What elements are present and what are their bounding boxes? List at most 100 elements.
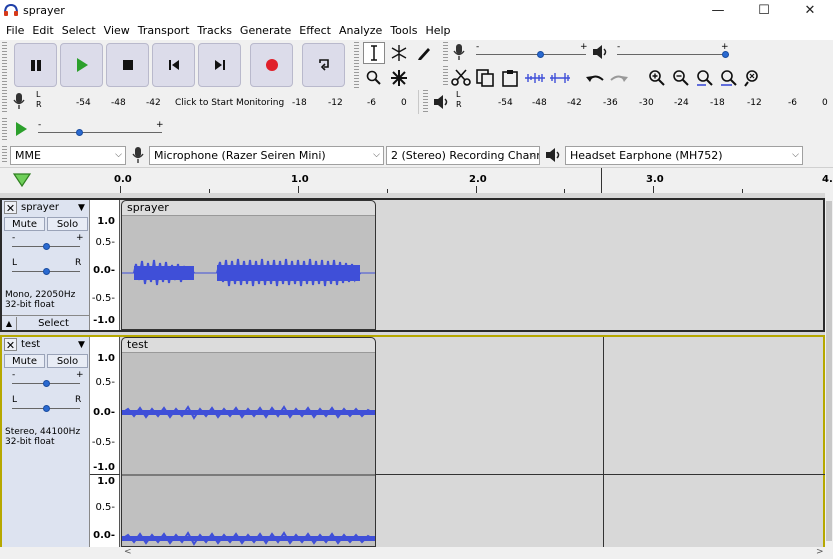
playback-meter[interactable]: -54 -48 -42 -36 -30 -24 -18 -12 -6 0 (464, 92, 832, 110)
vertical-scroll-thumb[interactable] (826, 201, 832, 541)
mute-button[interactable]: Mute (4, 217, 45, 231)
timeline-ruler[interactable]: 0.0 1.0 2.0 3.0 4. (0, 167, 833, 193)
amplitude-ruler[interactable]: 1.0 0.5- 0.0- -0.5- -1.0 (90, 200, 120, 330)
zoom-out-button[interactable] (670, 67, 692, 89)
audio-host-select[interactable]: MME ⌵ (10, 146, 126, 165)
menu-tracks[interactable]: Tracks (193, 24, 236, 37)
menu-select[interactable]: Select (58, 24, 100, 37)
solo-button[interactable]: Solo (47, 217, 88, 231)
playback-device-select[interactable]: Headset Earphone (MH752) ⌵ (565, 146, 803, 165)
track-info: Stereo, 44100Hz 32-bit float (5, 427, 80, 447)
cut-button[interactable] (450, 67, 472, 89)
undo-button[interactable] (584, 67, 606, 89)
start-monitoring-prompt[interactable]: Click to Start Monitoring (175, 98, 284, 108)
minimize-button[interactable]: — (695, 0, 741, 20)
paste-button[interactable] (499, 67, 521, 89)
stop-button[interactable] (106, 43, 149, 87)
record-button[interactable] (250, 43, 293, 87)
draw-tool-button[interactable] (413, 42, 435, 64)
toolbar-grip[interactable] (443, 66, 448, 86)
trim-button[interactable] (524, 67, 546, 89)
menu-analyze[interactable]: Analyze (335, 24, 386, 37)
track-name-menu[interactable]: test (21, 339, 78, 350)
toolbar-grip[interactable] (2, 146, 7, 164)
selection-tool-button[interactable] (363, 42, 385, 64)
playback-volume-knob[interactable] (722, 51, 729, 58)
toolbar-grip[interactable] (423, 90, 428, 114)
zoom-tool-button[interactable] (363, 67, 385, 89)
maximize-button[interactable]: ☐ (741, 0, 787, 20)
meter-left-label: L (456, 90, 461, 99)
loop-button[interactable] (302, 43, 345, 87)
track-name-menu[interactable]: sprayer (21, 202, 78, 213)
audio-clip[interactable]: sprayer (121, 200, 376, 330)
clip-title[interactable]: sprayer (122, 201, 375, 216)
timeline-options-icon[interactable] (12, 172, 32, 188)
toolbar-grip[interactable] (354, 42, 359, 88)
collapse-track-icon[interactable]: ▲ (2, 316, 17, 330)
chevron-down-icon[interactable]: ▼ (78, 340, 90, 350)
menu-file[interactable]: File (2, 24, 28, 37)
fit-selection-button[interactable] (694, 67, 716, 89)
menu-transport[interactable]: Transport (134, 24, 194, 37)
menu-help[interactable]: Help (421, 24, 454, 37)
amplitude-label: 0.5- (95, 237, 115, 248)
gain-knob[interactable] (43, 380, 50, 387)
clip-title[interactable]: test (122, 338, 375, 353)
menu-effect[interactable]: Effect (295, 24, 335, 37)
gain-knob[interactable] (43, 243, 50, 250)
solo-button[interactable]: Solo (47, 354, 88, 368)
scroll-right-icon[interactable]: > (816, 547, 824, 557)
skip-to-end-button[interactable] (198, 43, 241, 87)
play-at-speed-button[interactable] (10, 118, 32, 140)
recording-volume-slider[interactable] (476, 54, 586, 55)
zoom-toggle-button[interactable] (742, 67, 764, 89)
recording-volume-knob[interactable] (537, 51, 544, 58)
play-button[interactable] (60, 43, 103, 87)
track-control-panel[interactable]: ✕ sprayer ▼ Mute Solo - + L R Mono, 2205… (2, 200, 90, 330)
silence-button[interactable] (549, 67, 571, 89)
mute-button[interactable]: Mute (4, 354, 45, 368)
pan-right-label: R (75, 258, 82, 268)
slider-minus-label: - (617, 42, 621, 52)
skip-to-start-button[interactable] (152, 43, 195, 87)
vertical-scrollbar[interactable] (825, 193, 833, 547)
play-icon (76, 58, 88, 72)
toolbar-grip[interactable] (2, 118, 7, 140)
recording-channels-select[interactable]: 2 (Stereo) Recording Chann ⌵ (386, 146, 540, 165)
close-track-icon[interactable]: ✕ (4, 338, 17, 352)
slider-minus-label: - (38, 120, 42, 130)
pan-knob[interactable] (43, 268, 50, 275)
envelope-tool-button[interactable] (388, 42, 410, 64)
audio-clip[interactable]: test (121, 337, 376, 547)
playback-speed-knob[interactable] (76, 129, 83, 136)
menu-view[interactable]: View (100, 24, 134, 37)
fit-project-button[interactable] (718, 67, 740, 89)
multi-tool-button[interactable] (388, 67, 410, 89)
amplitude-ruler[interactable]: 1.0 0.5- 0.0- -0.5- -1.0 1.0 0.5- 0.0- (90, 337, 120, 547)
menu-generate[interactable]: Generate (236, 24, 295, 37)
horizontal-scrollbar[interactable]: < > (0, 547, 833, 559)
menu-tools[interactable]: Tools (386, 24, 421, 37)
recording-device-select[interactable]: Microphone (Razer Seiren Mini) ⌵ (149, 146, 384, 165)
toolbar-grip[interactable] (2, 90, 7, 114)
copy-button[interactable] (474, 67, 496, 89)
close-window-button[interactable]: ✕ (787, 0, 833, 20)
track-control-panel[interactable]: ✕ test ▼ Mute Solo - + L R Stereo, 44100… (2, 337, 90, 547)
toolbar-grip[interactable] (443, 42, 448, 62)
pause-button[interactable] (14, 43, 57, 87)
chevron-down-icon[interactable]: ▼ (78, 203, 90, 213)
recording-meter[interactable]: -54 -48 -42 Click to Start Monitoring -1… (44, 92, 414, 110)
toolbar-grip[interactable] (2, 42, 7, 88)
scroll-left-icon[interactable]: < (124, 547, 132, 557)
menu-edit[interactable]: Edit (28, 24, 57, 37)
playback-speed-slider[interactable] (38, 132, 162, 133)
zoom-in-button[interactable] (646, 67, 668, 89)
redo-button[interactable] (608, 67, 630, 89)
pan-knob[interactable] (43, 405, 50, 412)
zoom-toggle-icon (744, 70, 758, 87)
select-track-button[interactable]: Select (17, 318, 90, 329)
close-track-icon[interactable]: ✕ (4, 201, 17, 215)
microphone-icon (132, 147, 144, 163)
playback-volume-slider[interactable] (617, 54, 729, 55)
